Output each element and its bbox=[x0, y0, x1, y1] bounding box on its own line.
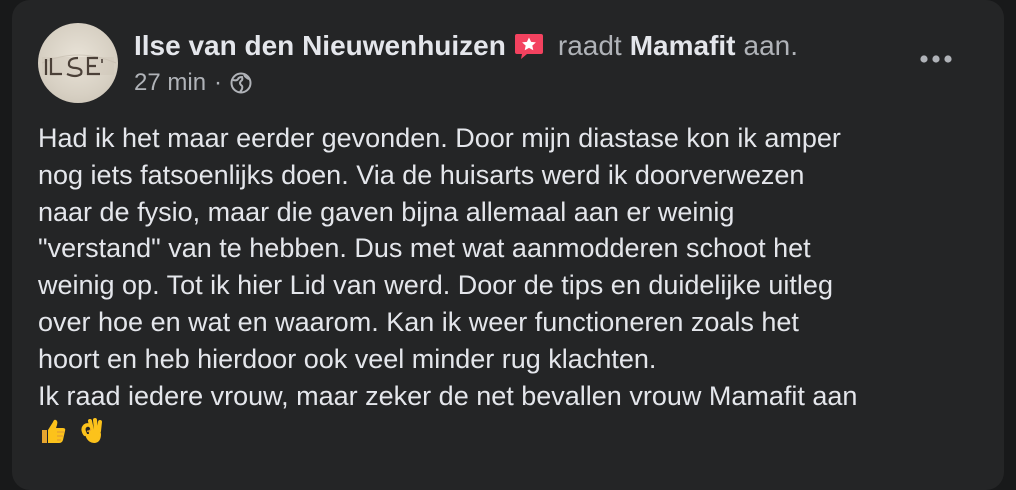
post-header: Ilse van den Nieuwenhuizen raadt Mamafit… bbox=[134, 26, 798, 66]
meta-separator: · bbox=[214, 69, 223, 96]
avatar-handwriting-image bbox=[41, 54, 117, 78]
post-text-line: over hoe en wat en waarom. Kan ik weer f… bbox=[38, 306, 799, 337]
globe-icon[interactable] bbox=[230, 72, 252, 94]
post-timestamp-link[interactable]: 27 min bbox=[134, 69, 206, 97]
recommended-page-link[interactable]: Mamafit bbox=[630, 30, 736, 62]
author-name-link[interactable]: Ilse van den Nieuwenhuizen bbox=[134, 30, 506, 62]
thumbs-up-icon bbox=[38, 416, 68, 456]
post-text-line: naar de fysio, maar die gaven bijna alle… bbox=[38, 196, 735, 227]
post-body: Had ik het maar eerder gevonden. Door mi… bbox=[38, 120, 988, 456]
post-text-line: nog iets fatsoenlijks doen. Via de huisa… bbox=[38, 159, 805, 190]
recommendation-star-icon bbox=[514, 31, 544, 61]
more-options-icon bbox=[918, 51, 954, 69]
ok-hand-icon bbox=[76, 416, 106, 456]
author-avatar[interactable] bbox=[38, 23, 118, 103]
post-emoji-line bbox=[38, 414, 988, 456]
post-text-line: Had ik het maar eerder gevonden. Door mi… bbox=[38, 123, 841, 153]
post-text-line: weinig op. Tot ik hier Lid van werd. Doo… bbox=[38, 270, 833, 301]
action-verb: raadt bbox=[557, 30, 622, 61]
action-suffix: aan. bbox=[743, 30, 799, 61]
post-text-line: "verstand" van te hebben. Dus met wat aa… bbox=[38, 233, 811, 264]
post-text-line: Ik raad iedere vrouw, maar zeker de net … bbox=[38, 380, 858, 411]
post-meta: 27 min · bbox=[134, 66, 252, 100]
post-text-line: hoort en heb hierdoor ook veel minder ru… bbox=[38, 343, 657, 374]
more-options-button[interactable] bbox=[912, 42, 960, 78]
